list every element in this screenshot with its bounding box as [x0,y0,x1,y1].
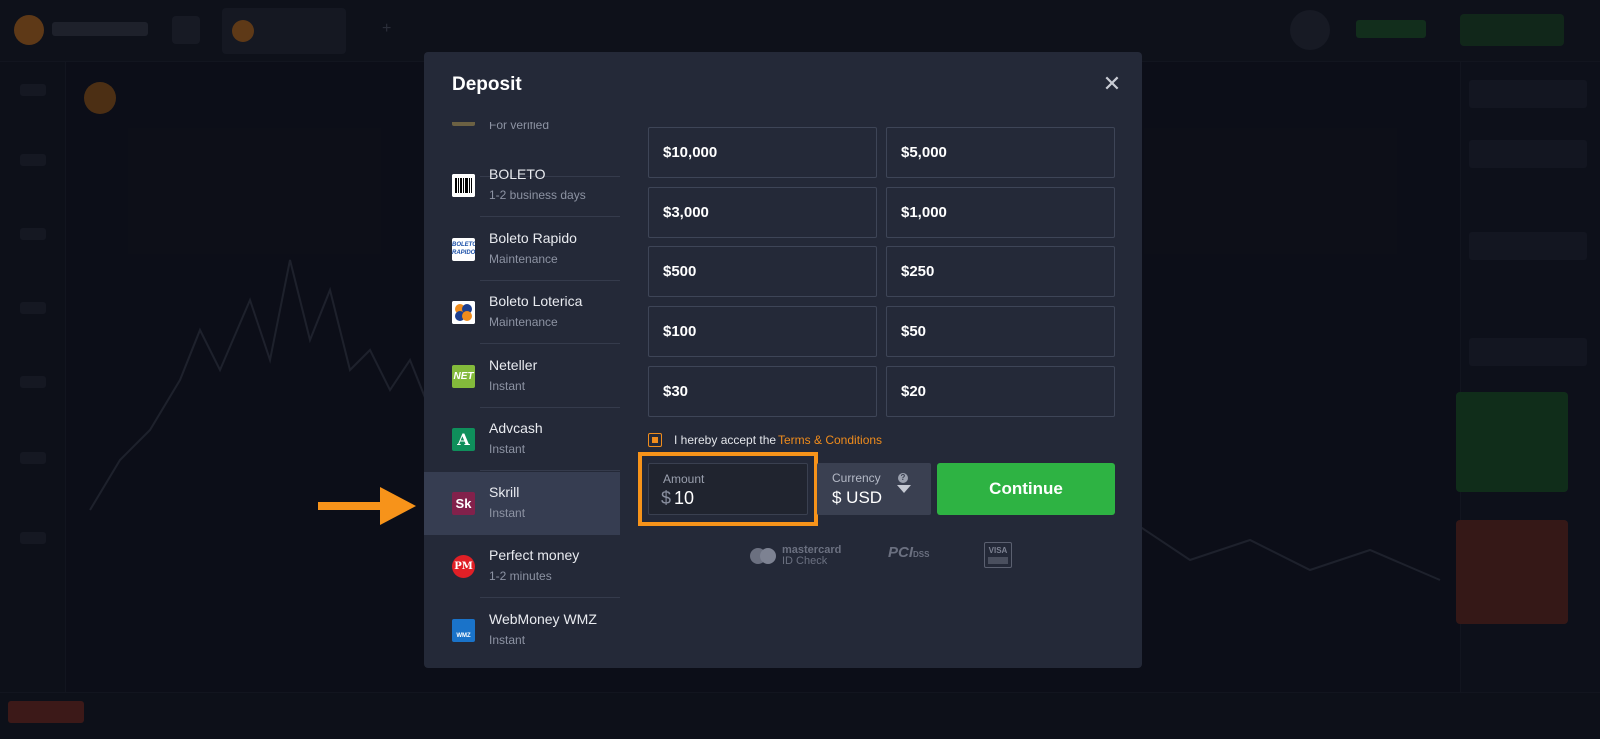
method-item-webmoney[interactable]: WMZ WebMoney WMZ Instant [424,599,620,662]
amount-value[interactable]: 10 [674,488,694,509]
currency-value: $ USD [832,488,883,507]
webmoney-icon: WMZ [452,619,475,642]
pci-text: PCI [888,544,914,561]
payment-methods-list[interactable]: For verified BOLETO 1-2 business days BO… [424,122,620,668]
barcode-icon [452,174,475,197]
divider [480,470,620,471]
continue-button[interactable]: Continue [937,463,1115,515]
pci-dss-logo: PCIDSS [888,544,929,561]
method-name: Skrill [489,484,520,500]
amount-option[interactable]: $1,000 [886,187,1115,238]
close-icon[interactable]: ✕ [1100,72,1124,96]
clover-icon [452,301,475,324]
amount-option[interactable]: $100 [648,306,877,357]
method-item-boleto-loterica[interactable]: Boleto Loterica Maintenance [424,281,620,344]
terms-text: I hereby accept the [674,433,777,447]
amount-option[interactable]: $3,000 [648,187,877,238]
neteller-icon: NET [452,365,475,388]
method-item-perfect-money[interactable]: PM Perfect money 1-2 minutes [424,535,620,598]
method-name: Boleto Loterica [489,293,583,309]
advcash-icon: A [452,428,475,451]
terms-checkbox[interactable] [648,433,662,447]
perfect-money-icon: PM [452,555,475,578]
amount-option[interactable]: $10,000 [648,127,877,178]
currency-label: Currency [832,471,881,485]
deposit-modal: Deposit ✕ For verified BOLETO 1-2 busine… [424,52,1142,668]
amount-option[interactable]: $50 [886,306,1115,357]
method-item-boleto-rapido[interactable]: BOLETO RAPIDO Boleto Rapido Maintenance [424,218,620,281]
boleto-rapido-icon: BOLETO RAPIDO [452,238,475,261]
help-icon[interactable]: ? [898,473,908,483]
payment-security-logos: mastercard ID Check PCIDSS VISA [750,542,1020,572]
currency-select[interactable]: Currency ? $ USD [817,463,931,515]
method-name: WebMoney WMZ [489,611,597,627]
dollar-symbol: $ [661,488,672,508]
divider [480,597,620,598]
card-icon [452,122,475,126]
method-name: Advcash [489,420,543,436]
annotation-arrow [318,502,382,510]
amount-input[interactable]: Amount $ 10 [648,463,808,515]
skrill-icon: Sk [452,492,475,515]
method-sub: Instant [489,633,526,647]
amount-option[interactable]: $30 [648,366,877,417]
modal-title: Deposit [452,74,522,95]
method-name: BOLETO [489,166,546,182]
amount-option[interactable]: $250 [886,246,1115,297]
amount-label: Amount [663,472,705,486]
chevron-down-icon [897,485,911,493]
mastercard-id-check: ID Check [782,555,828,567]
mastercard-circle-icon [760,548,776,564]
method-name: Boleto Rapido [489,230,577,246]
visa-logo: VISA [984,542,1012,568]
method-item-skrill[interactable]: Sk Skrill Instant [424,472,620,535]
visa-text: VISA [988,546,1008,555]
annotation-arrow-head [380,487,416,525]
method-sub: Instant [489,442,526,456]
method-item-neteller[interactable]: NET Neteller Instant [424,345,620,408]
method-name: Neteller [489,357,538,373]
terms-link[interactable]: Terms & Conditions [778,433,882,447]
checkbox-mark [652,437,658,443]
method-sub: Maintenance [489,252,558,266]
amount-option[interactable]: $500 [648,246,877,297]
method-sub: Maintenance [489,315,558,329]
amount-option[interactable]: $5,000 [886,127,1115,178]
method-sub: 1-2 minutes [489,569,552,583]
method-sub: Instant [489,379,526,393]
method-sub: For verified [489,122,550,132]
divider [480,343,620,344]
method-item-advcash[interactable]: A Advcash Instant [424,408,620,471]
visa-stripe [988,557,1008,564]
amount-option[interactable]: $20 [886,366,1115,417]
method-name: Perfect money [489,547,580,563]
method-sub: 1-2 business days [489,188,586,202]
divider [480,216,620,217]
method-sub: Instant [489,506,526,520]
method-item-boleto[interactable]: BOLETO 1-2 business days [424,154,620,217]
dss-text: DSS [913,550,930,559]
